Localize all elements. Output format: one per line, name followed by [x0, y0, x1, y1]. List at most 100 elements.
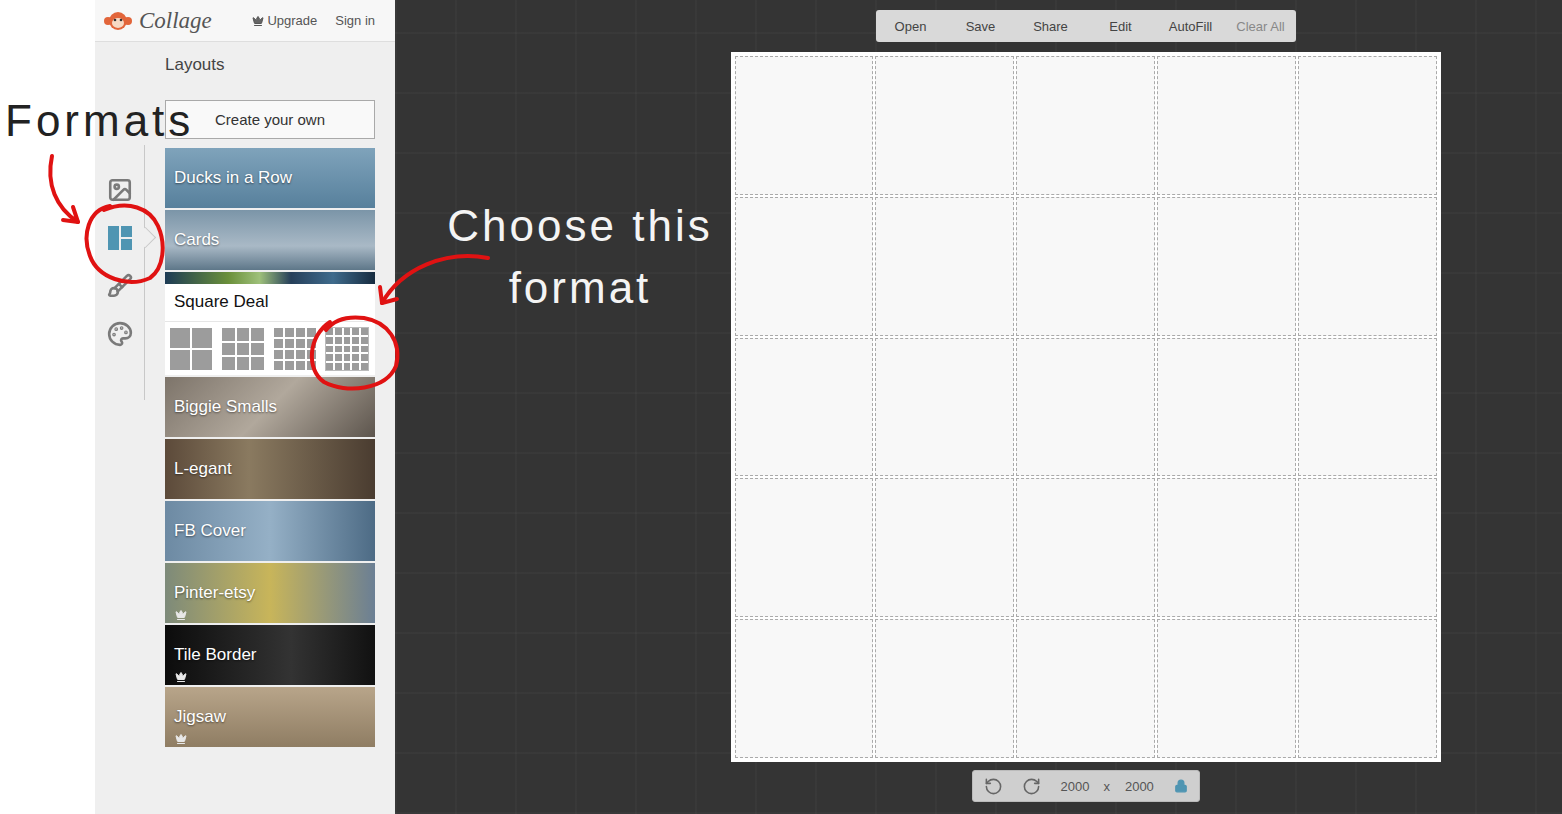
redo-icon [1022, 777, 1041, 796]
canvas-width[interactable]: 2000 [1061, 779, 1090, 794]
lock-button[interactable] [1174, 779, 1188, 793]
grid-option-cell [344, 337, 351, 344]
grid-option-cell [285, 339, 294, 348]
grid-option-cell [361, 363, 368, 370]
layout-item[interactable]: Ducks in a Row [165, 148, 375, 208]
layout-item-expanded[interactable]: Square Deal [165, 272, 375, 375]
canvas-cell[interactable] [1016, 338, 1155, 477]
canvas-cell[interactable] [1298, 56, 1437, 195]
grid-option-cell [192, 350, 212, 370]
collage-canvas [731, 52, 1441, 762]
grid-option-cell [285, 328, 294, 337]
create-button[interactable]: Create your own [165, 100, 375, 139]
grid-option-cell [307, 350, 316, 359]
brush-icon [107, 273, 133, 299]
layout-label: Tile Border [174, 645, 257, 665]
grid-option-cell [192, 328, 212, 348]
canvas-cell[interactable] [735, 478, 874, 617]
grid-option-cell [335, 363, 342, 370]
sign-in-link[interactable]: Sign in [335, 13, 375, 28]
grid-option-cell [361, 354, 368, 361]
toolbar-button[interactable]: Open [876, 10, 946, 42]
layout-label: Pinter-etsy [174, 583, 255, 603]
canvas-cell[interactable] [1157, 56, 1296, 195]
callout-line: Choose this [445, 195, 715, 257]
grid-option[interactable] [326, 328, 368, 370]
canvas-cell[interactable] [1157, 338, 1296, 477]
grid-option-cell [296, 361, 305, 370]
canvas-cell[interactable] [875, 619, 1014, 758]
tool-button[interactable] [95, 226, 145, 250]
canvas-cell[interactable] [1298, 197, 1437, 336]
grid-option-cell [251, 357, 264, 370]
grid-option-cell [251, 343, 264, 356]
upgrade-link[interactable]: Upgrade [252, 13, 317, 28]
grid-option-cell [307, 328, 316, 337]
canvas-height[interactable]: 2000 [1125, 779, 1154, 794]
grid-option-cell [352, 346, 359, 353]
grid-option-cell [352, 337, 359, 344]
layout-item[interactable]: Pinter-etsy [165, 563, 375, 623]
canvas-cell[interactable] [875, 478, 1014, 617]
grid-option[interactable] [222, 328, 264, 370]
grid-option[interactable] [170, 328, 212, 370]
toolbar-button[interactable]: Share [1016, 10, 1086, 42]
grid-option-cell [361, 328, 368, 335]
layout-item[interactable]: Jigsaw [165, 687, 375, 747]
canvas-cell[interactable] [875, 56, 1014, 195]
layout-label: Square Deal [165, 284, 375, 321]
canvas-cell[interactable] [1016, 197, 1155, 336]
canvas-cell[interactable] [875, 197, 1014, 336]
canvas-cell[interactable] [735, 197, 874, 336]
toolbar-button[interactable]: Edit [1086, 10, 1156, 42]
layout-item[interactable]: Tile Border [165, 625, 375, 685]
canvas-cell[interactable] [1016, 619, 1155, 758]
tool-button[interactable] [95, 322, 145, 346]
canvas-cell[interactable] [1298, 338, 1437, 477]
crown-icon [175, 733, 187, 745]
grid-option-cell [251, 328, 264, 341]
layout-label: L-egant [174, 459, 232, 479]
grid-option-cell [335, 337, 342, 344]
callout-line: format [445, 257, 715, 319]
tool-rail [95, 145, 145, 400]
layout-label: Jigsaw [174, 707, 226, 727]
undo-button[interactable] [984, 777, 1003, 796]
grid-option-cell [352, 363, 359, 370]
layout-item[interactable]: L-egant [165, 439, 375, 499]
canvas-cell[interactable] [1157, 478, 1296, 617]
logo[interactable]: Collage [103, 8, 212, 34]
grid-option-cell [237, 357, 250, 370]
toolbar-button[interactable]: AutoFill [1156, 10, 1226, 42]
undo-icon [984, 777, 1003, 796]
app: CollageUpgradeSign inLayoutsCreate your … [0, 0, 1562, 814]
canvas-cell[interactable] [875, 338, 1014, 477]
grid-option-cell [274, 339, 283, 348]
canvas-cell[interactable] [1298, 619, 1437, 758]
layout-item[interactable]: Biggie Smalls [165, 377, 375, 437]
grid-option[interactable] [274, 328, 316, 370]
canvas-cell[interactable] [735, 619, 874, 758]
grid-option-cell [326, 363, 333, 370]
layout-list: Ducks in a RowCards Square Deal Biggie Sma… [165, 148, 375, 747]
canvas-cell[interactable] [1298, 478, 1437, 617]
grid-option-cell [326, 328, 333, 335]
canvas-cell[interactable] [1157, 197, 1296, 336]
canvas-cell[interactable] [1157, 619, 1296, 758]
grid-option-cell [274, 328, 283, 337]
redo-button[interactable] [1022, 777, 1041, 796]
grid-option-cell [326, 354, 333, 361]
grid-option-cell [274, 350, 283, 359]
toolbar-button[interactable]: Clear All [1226, 10, 1296, 42]
toolbar-button[interactable]: Save [946, 10, 1016, 42]
canvas-cell[interactable] [1016, 478, 1155, 617]
toolbar: OpenSaveShareEditAutoFillClear All [876, 10, 1296, 42]
layout-item[interactable]: FB Cover [165, 501, 375, 561]
crown-icon [252, 15, 264, 27]
canvas-cell[interactable] [735, 338, 874, 477]
layout-item[interactable]: Cards [165, 210, 375, 270]
tool-button[interactable] [95, 274, 145, 298]
canvas-cell[interactable] [735, 56, 874, 195]
tool-button[interactable] [95, 178, 145, 202]
canvas-cell[interactable] [1016, 56, 1155, 195]
